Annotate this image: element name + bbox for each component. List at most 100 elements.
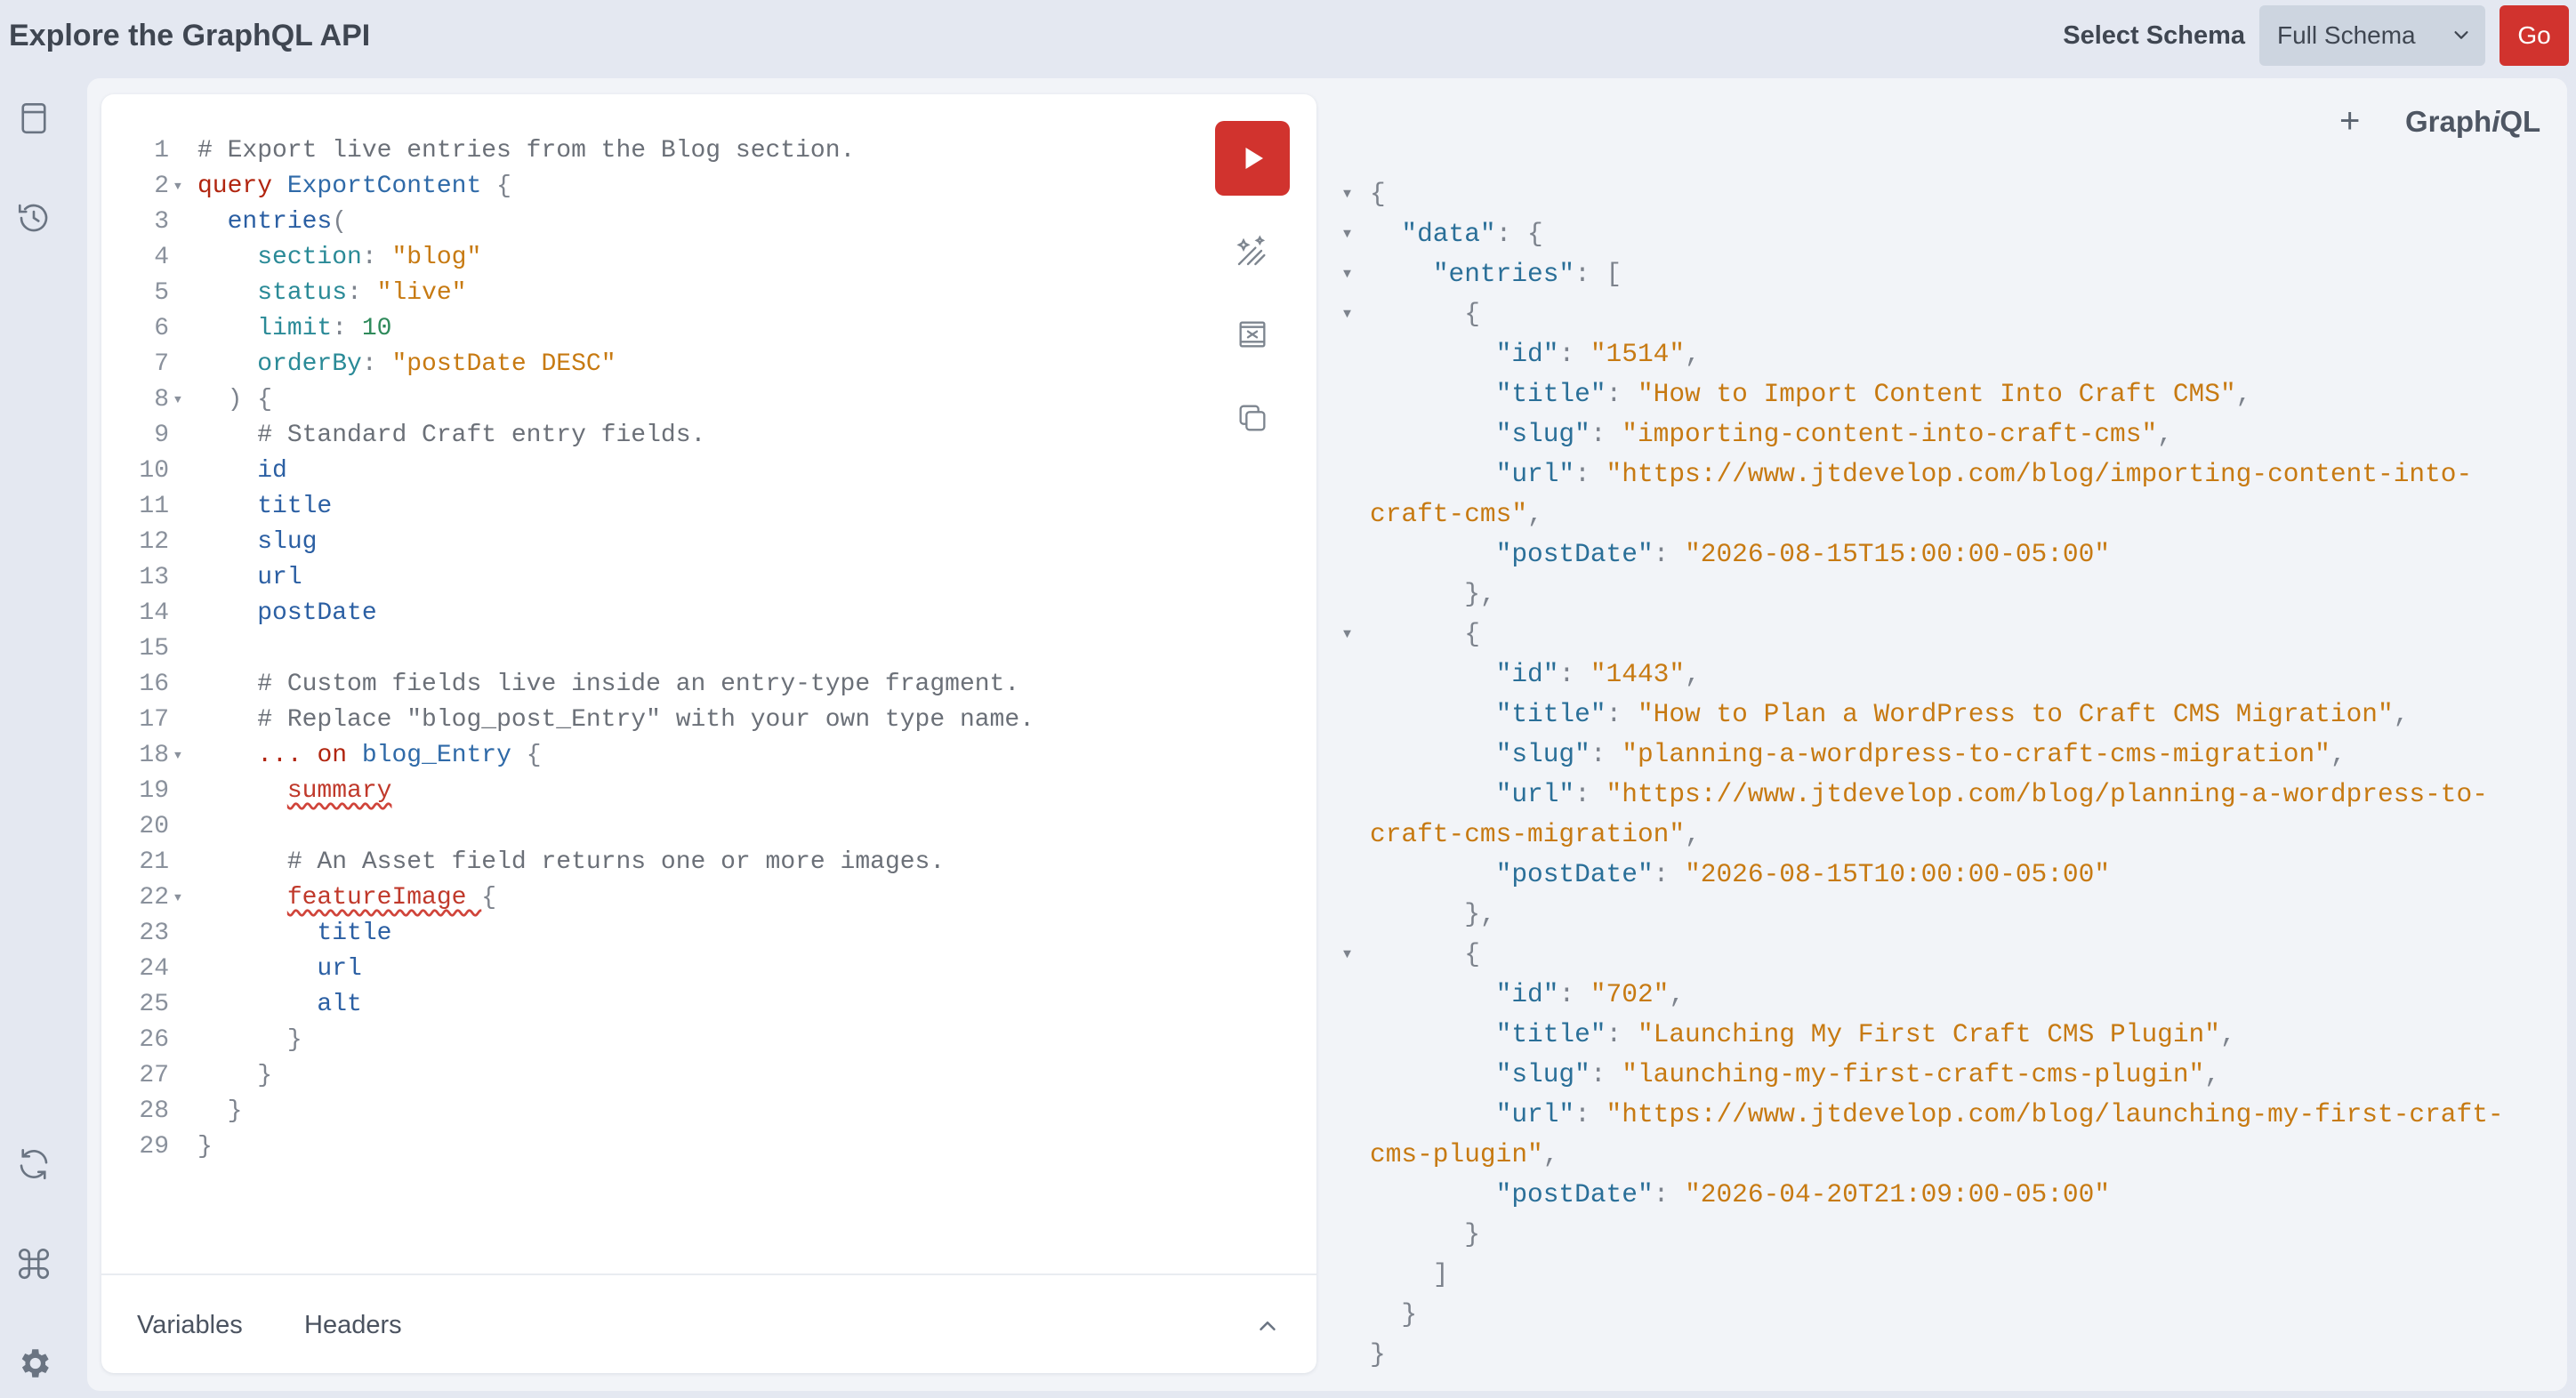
code-text: # An Asset field returns one or more ima… (286, 848, 946, 876)
code-line: 12 slug (101, 525, 1183, 560)
result-text: craft-cms", (1370, 499, 1543, 529)
line-number: 10 (139, 457, 169, 485)
code-text: status: "live" (257, 279, 467, 307)
code-line: 16 # Custom fields live inside an entry-… (101, 667, 1183, 703)
query-editor[interactable]: 1 # Export live entries from the Blog sec… (101, 133, 1183, 1165)
line-number: 27 (139, 1062, 169, 1089)
schema-select[interactable]: Full Schema (2259, 5, 2485, 66)
result-text: "id": "1514", (1495, 339, 1701, 369)
result-text: "postDate": "2026-04-20T21:09:00-05:00" (1495, 1179, 2111, 1209)
code-text: # Custom fields live inside an entry-typ… (257, 671, 1020, 698)
code-line: 13 url (101, 560, 1183, 596)
result-text: { (1464, 299, 1480, 329)
result-text: "id": "702", (1495, 979, 1686, 1009)
fold-arrow-icon[interactable]: ▼ (1343, 294, 1351, 334)
code-line: 3 entries( (101, 205, 1183, 240)
code-text: # Replace "blog_post_Entry" with your ow… (257, 706, 1034, 734)
shortcuts-icon[interactable] (15, 1245, 52, 1282)
copy-query-icon[interactable] (1235, 400, 1270, 436)
code-line: 20 (101, 809, 1183, 845)
code-text: url (317, 955, 362, 983)
code-line: 28 } (101, 1094, 1183, 1129)
graphiql-logo: GraphiQL (2405, 105, 2541, 138)
code-line: 4 section: "blog" (101, 240, 1183, 276)
chevron-up-icon[interactable] (1254, 1313, 1281, 1339)
result-text: }, (1464, 579, 1496, 609)
fold-arrow-icon[interactable]: ▼ (174, 880, 181, 916)
result-text: { (1464, 619, 1480, 649)
code-line: 5 status: "live" (101, 276, 1183, 311)
line-number: 8 (154, 386, 169, 414)
settings-icon[interactable] (15, 1345, 52, 1382)
query-editor-card: 1 # Export live entries from the Blog sec… (101, 94, 1316, 1373)
go-button[interactable]: Go (2500, 5, 2569, 66)
code-line: 2 ▼ query ExportContent { (101, 169, 1183, 205)
code-text: # Standard Craft entry fields. (257, 422, 706, 449)
code-text: orderBy: "postDate DESC" (257, 350, 616, 378)
result-text: ] (1432, 1259, 1449, 1290)
chevron-down-icon (2454, 31, 2468, 39)
result-text: "title": "How to Plan a WordPress to Cra… (1495, 699, 2410, 729)
line-number: 20 (139, 813, 169, 840)
result-text: "url": "https://www.jtdevelop.com/blog/p… (1495, 779, 2488, 809)
fold-arrow-icon[interactable]: ▼ (1343, 174, 1351, 214)
code-line: 10 id (101, 454, 1183, 489)
add-tab-button[interactable]: + (2339, 103, 2360, 139)
code-text: slug (257, 528, 318, 556)
tab-variables[interactable]: Variables (137, 1307, 243, 1343)
code-line: 21 # An Asset field returns one or more … (101, 845, 1183, 880)
history-icon[interactable] (15, 199, 52, 237)
play-icon (1245, 148, 1263, 169)
tab-headers[interactable]: Headers (304, 1307, 402, 1343)
line-number: 1 (154, 137, 169, 165)
merge-fragments-icon[interactable] (1235, 317, 1270, 352)
result-text: }, (1464, 899, 1496, 929)
execute-query-button[interactable] (1215, 121, 1290, 196)
line-number: 24 (139, 955, 169, 983)
line-number: 22 (139, 884, 169, 912)
fold-arrow-icon[interactable]: ▼ (174, 738, 181, 774)
result-text: craft-cms-migration", (1370, 819, 1701, 849)
fold-arrow-icon[interactable]: ▼ (1343, 615, 1351, 655)
result-text: } (1370, 1339, 1386, 1370)
code-text: } (197, 1097, 243, 1125)
code-line: 6 limit: 10 (101, 311, 1183, 347)
line-number: 7 (154, 350, 169, 378)
code-line: 15 (101, 631, 1183, 667)
code-line: 24 url (101, 952, 1183, 987)
line-number: 14 (139, 599, 169, 627)
result-text: "url": "https://www.jtdevelop.com/blog/i… (1495, 459, 2473, 489)
code-text: postDate (257, 599, 377, 627)
line-number: 11 (139, 493, 169, 520)
line-number: 21 (139, 848, 169, 876)
code-line: 29} (101, 1129, 1183, 1165)
code-text: url (257, 564, 302, 591)
fold-arrow-icon[interactable]: ▼ (1343, 254, 1351, 294)
code-text: # Export live entries from the Blog sect… (197, 137, 856, 165)
result-text: cms-plugin", (1370, 1139, 1559, 1169)
refetch-schema-icon[interactable] (15, 1145, 52, 1183)
fold-arrow-icon[interactable]: ▼ (174, 169, 181, 205)
line-number: 19 (139, 777, 169, 805)
code-line: 19 summary (101, 774, 1183, 809)
prettify-icon[interactable] (1235, 233, 1270, 269)
code-line: 26 } (101, 1023, 1183, 1058)
result-text: "slug": "importing-content-into-craft-cm… (1495, 419, 2173, 449)
line-number: 12 (139, 528, 169, 556)
result-text: "title": "How to Import Content Into Cra… (1495, 379, 2252, 409)
code-line: 25 alt (101, 987, 1183, 1023)
line-number: 28 (139, 1097, 169, 1125)
docs-icon[interactable] (15, 100, 52, 137)
code-line: 23 title (101, 916, 1183, 952)
fold-arrow-icon[interactable]: ▼ (1343, 214, 1351, 254)
fold-arrow-icon[interactable]: ▼ (174, 382, 181, 418)
result-text: "data": { (1401, 219, 1543, 249)
line-number: 23 (139, 920, 169, 947)
code-text: title (317, 920, 392, 947)
code-text: summary (286, 777, 392, 805)
line-number: 6 (154, 315, 169, 342)
fold-arrow-icon[interactable]: ▼ (1343, 935, 1351, 975)
code-text: alt (317, 991, 362, 1018)
result-text: { (1370, 179, 1386, 209)
code-line: 9 # Standard Craft entry fields. (101, 418, 1183, 454)
